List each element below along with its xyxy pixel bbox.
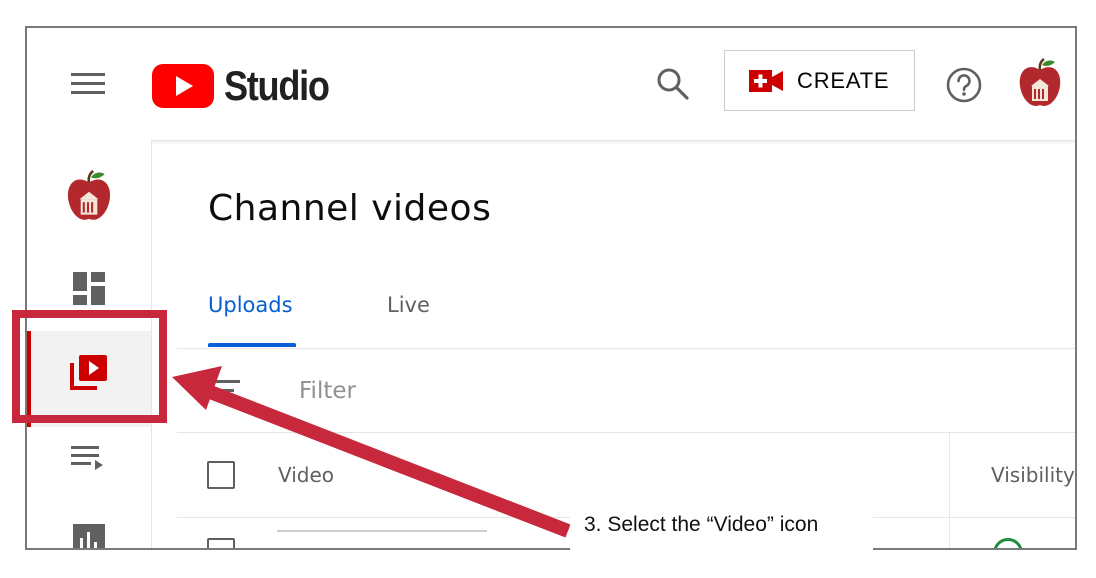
dashboard-icon xyxy=(73,272,105,305)
brand-name: Studio xyxy=(224,62,330,109)
column-header-visibility[interactable]: Visibility xyxy=(991,463,1075,487)
tab-live[interactable]: Live xyxy=(387,293,430,317)
annotation-callout: 3. Select the “Video” icon xyxy=(570,500,873,550)
filter-bar xyxy=(177,350,1075,433)
create-button[interactable]: CREATE xyxy=(724,50,915,111)
video-thumbnail[interactable] xyxy=(277,530,487,532)
create-button-label: CREATE xyxy=(797,67,890,93)
top-app-bar: Studio CREATE xyxy=(27,28,1075,141)
create-video-icon xyxy=(749,69,783,92)
menu-icon[interactable] xyxy=(71,73,105,95)
tab-uploads[interactable]: Uploads xyxy=(208,293,293,317)
filter-icon[interactable] xyxy=(206,378,240,402)
column-header-video[interactable]: Video xyxy=(278,463,334,487)
sidebar-item-channel[interactable] xyxy=(65,169,113,224)
help-icon[interactable] xyxy=(944,65,984,105)
filter-input[interactable] xyxy=(297,374,701,408)
sidebar-item-playlists[interactable] xyxy=(65,436,113,484)
sidebar-item-dashboard[interactable] xyxy=(65,266,113,314)
screenshot-frame: Studio CREATE Channel videos Uploads Liv… xyxy=(25,26,1077,550)
select-all-checkbox[interactable] xyxy=(207,461,235,489)
studio-logo[interactable]: Studio xyxy=(152,62,346,110)
active-tab-indicator xyxy=(208,343,296,347)
youtube-play-icon xyxy=(152,64,214,108)
annotation-text: 3. Select the “Video” icon xyxy=(584,513,819,536)
tab-bar: Uploads Live xyxy=(177,283,1075,349)
page-title: Channel videos xyxy=(208,188,492,229)
channel-avatar-icon xyxy=(67,169,111,220)
sidebar-item-analytics[interactable] xyxy=(65,516,113,548)
analytics-icon xyxy=(73,524,105,548)
visibility-status-icon xyxy=(993,538,1023,548)
annotation-highlight-box xyxy=(12,310,167,423)
search-icon[interactable] xyxy=(655,66,691,102)
playlists-icon xyxy=(71,446,103,470)
row-checkbox[interactable] xyxy=(207,538,235,548)
channel-avatar-icon[interactable] xyxy=(1017,57,1063,110)
